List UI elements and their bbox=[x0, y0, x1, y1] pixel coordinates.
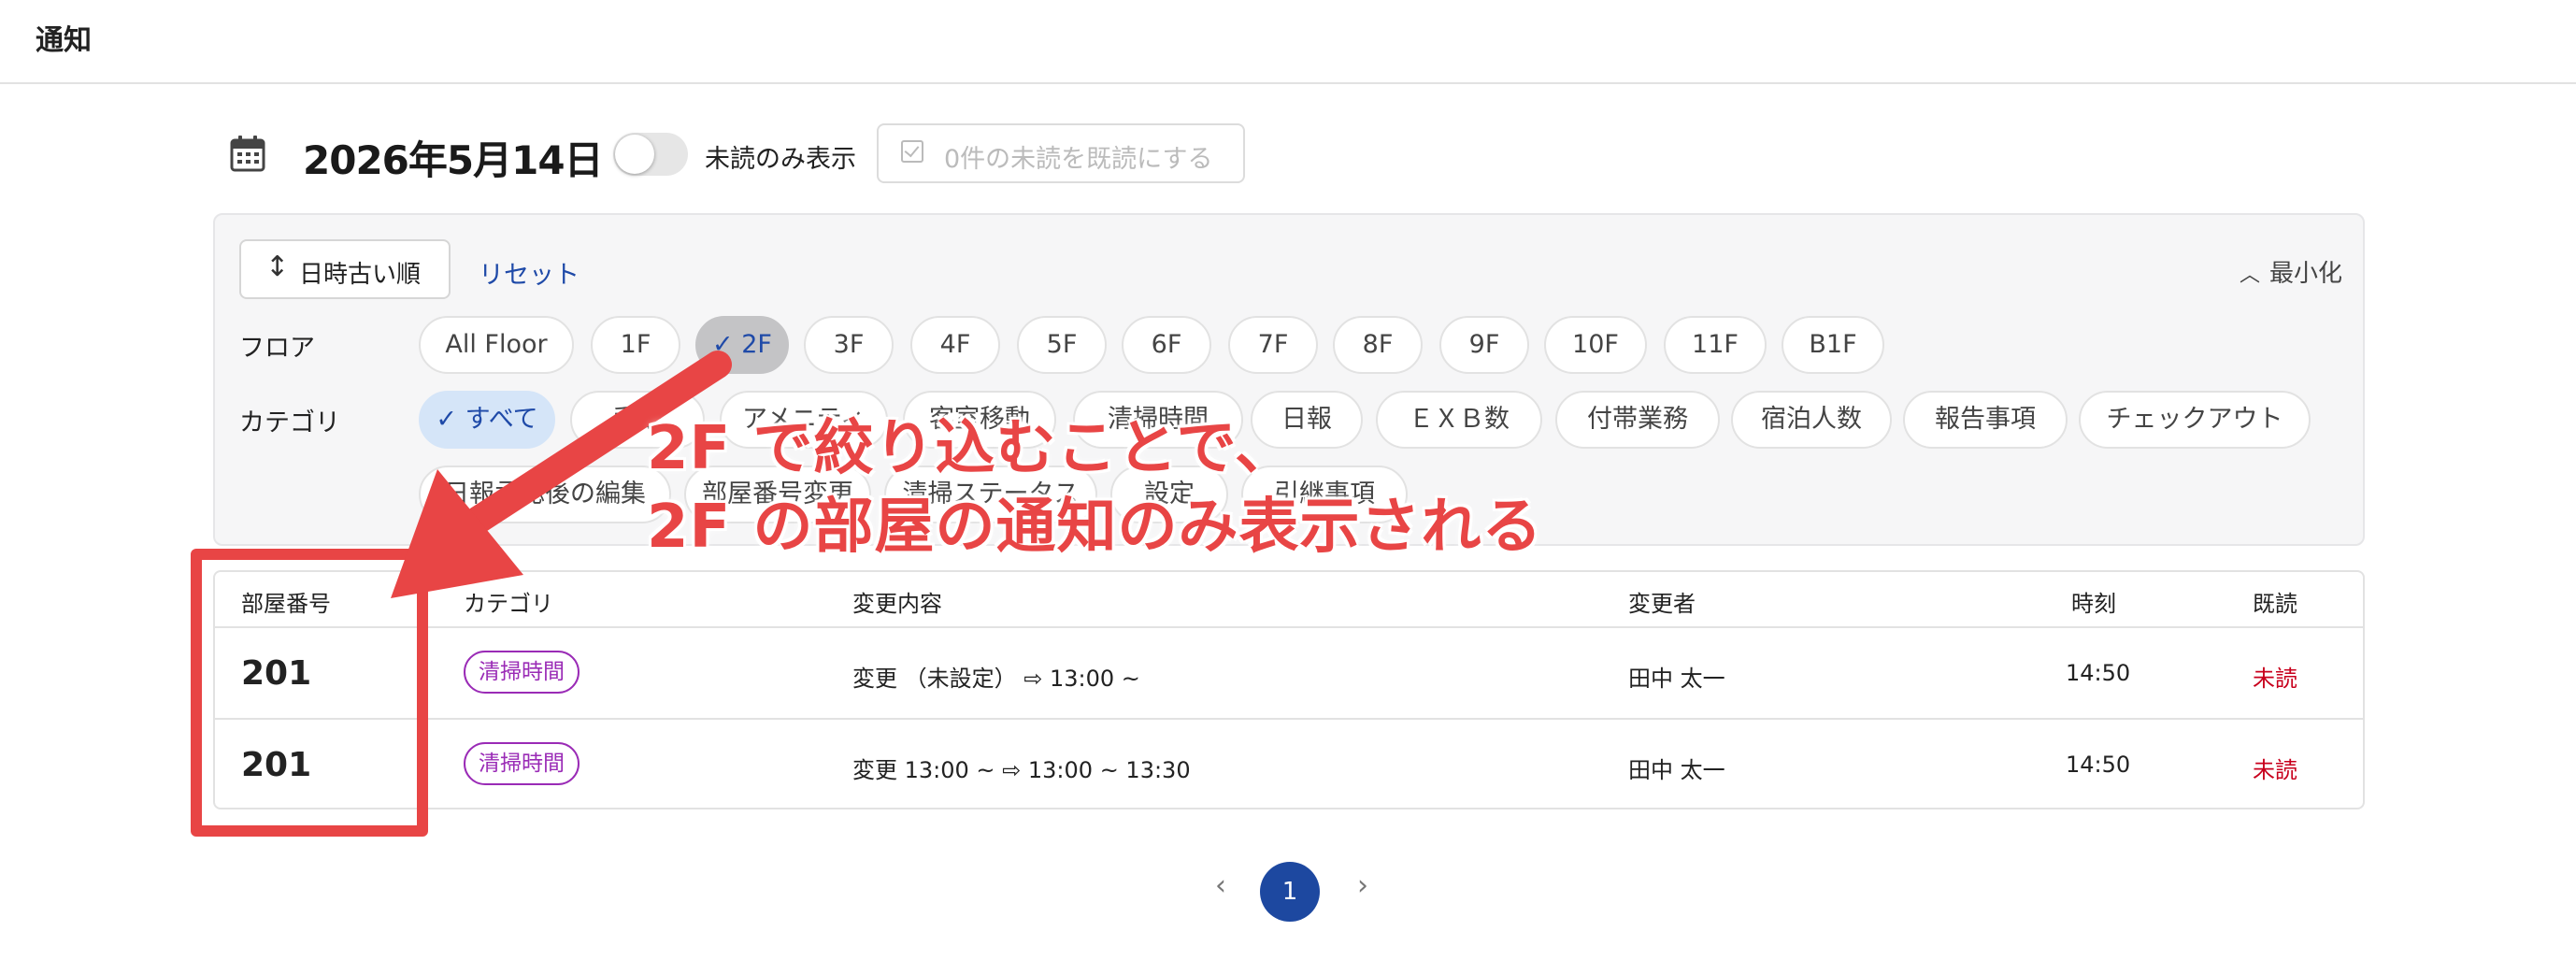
chevron-up-icon: ︿ bbox=[2239, 264, 2260, 287]
check-icon: ✓ bbox=[436, 405, 465, 434]
category-chip-exb[interactable]: ＥＸＢ数 bbox=[1376, 391, 1542, 449]
app-header: 通知 bbox=[0, 0, 2576, 84]
date-toolbar: 2026年5月14日 未読のみ表示 0件の未読を既読にする bbox=[230, 123, 1445, 183]
category-chip-incidental-work[interactable]: 付帯業務 bbox=[1555, 391, 1720, 449]
mark-all-read-button[interactable]: 0件の未読を既読にする bbox=[877, 123, 1245, 183]
floor-chip-b1f[interactable]: B1F bbox=[1782, 316, 1884, 374]
table-row[interactable]: 201 清掃時間 変更 （未設定） ⇨ 13:00 ~ 田中 太一 14:50 … bbox=[215, 628, 2363, 720]
category-chip-checkout[interactable]: チェックアウト bbox=[2079, 391, 2311, 449]
column-header-category: カテゴリ bbox=[464, 591, 553, 617]
column-header-user: 変更者 bbox=[1628, 591, 1696, 617]
category-chip-report-edit[interactable]: 日報承認後の編集 bbox=[419, 466, 671, 523]
floor-chip-8f[interactable]: 8F bbox=[1333, 316, 1423, 374]
changed-by: 田中 太一 bbox=[1628, 757, 1725, 783]
sort-arrows-icon: ↕ bbox=[265, 251, 290, 283]
notification-table: 部屋番号 カテゴリ 変更内容 変更者 時刻 既読 201 清掃時間 変更 （未設… bbox=[213, 570, 2365, 809]
calendar-icon[interactable] bbox=[230, 135, 265, 172]
floor-chip-5f[interactable]: 5F bbox=[1017, 316, 1107, 374]
column-header-read: 既読 bbox=[2253, 591, 2297, 617]
floor-chip-11f[interactable]: 11F bbox=[1664, 316, 1767, 374]
floor-chip-6f[interactable]: 6F bbox=[1122, 316, 1211, 374]
category-chip-report[interactable]: 報告事項 bbox=[1903, 391, 2068, 449]
checkbox-icon bbox=[901, 140, 923, 163]
category-filter-label: カテゴリ bbox=[239, 408, 340, 437]
minimize-label: 最小化 bbox=[2268, 260, 2342, 288]
page-1-button[interactable]: 1 bbox=[1260, 862, 1320, 922]
table-header: 部屋番号 カテゴリ 変更内容 変更者 時刻 既読 bbox=[215, 572, 2363, 628]
sort-button[interactable]: ↕ 日時古い順 bbox=[239, 239, 451, 299]
column-header-change: 変更内容 bbox=[852, 591, 942, 617]
unread-only-toggle[interactable] bbox=[613, 133, 688, 176]
mark-all-read-label: 0件の未読を既読にする bbox=[944, 145, 1213, 174]
category-chip-guests[interactable]: 宿泊人数 bbox=[1731, 391, 1892, 449]
floor-chip-9f[interactable]: 9F bbox=[1439, 316, 1529, 374]
reset-link[interactable]: リセット bbox=[479, 254, 580, 291]
table-row[interactable]: 201 清掃時間 変更 13:00 ~ ⇨ 13:00 ~ 13:30 田中 太… bbox=[215, 720, 2363, 809]
floor-chip-all[interactable]: All Floor bbox=[419, 316, 574, 374]
annotation-text-line2: 2F の部屋の通知のみ表示される bbox=[647, 493, 1543, 562]
change-content: 変更 13:00 ~ ⇨ 13:00 ~ 13:30 bbox=[852, 757, 1191, 783]
sort-label: 日時古い順 bbox=[299, 261, 422, 289]
floor-chip-2f[interactable]: ✓ 2F bbox=[695, 316, 789, 374]
annotation-text-line1: 2F で絞り込むことで、 bbox=[647, 414, 1296, 483]
minimize-button[interactable]: ︿ 最小化 bbox=[2240, 254, 2342, 289]
pagination: ‹ 1 › bbox=[1196, 858, 1383, 924]
category-chip-all[interactable]: ✓ すべて bbox=[419, 391, 555, 449]
column-header-time: 時刻 bbox=[2071, 591, 2116, 617]
category-badge: 清掃時間 bbox=[464, 651, 580, 694]
page-title: 通知 bbox=[36, 24, 92, 57]
category-badge: 清掃時間 bbox=[464, 742, 580, 785]
floor-chip-7f[interactable]: 7F bbox=[1228, 316, 1318, 374]
unread-only-label: 未読のみ表示 bbox=[705, 145, 856, 174]
floor-chip-10f[interactable]: 10F bbox=[1544, 316, 1647, 374]
toggle-knob bbox=[615, 135, 654, 174]
floor-chip-3f[interactable]: 3F bbox=[804, 316, 894, 374]
change-time: 14:50 bbox=[2066, 752, 2131, 778]
check-icon: ✓ bbox=[712, 330, 742, 359]
floor-chip-1f[interactable]: 1F bbox=[591, 316, 680, 374]
change-content: 変更 （未設定） ⇨ 13:00 ~ bbox=[852, 666, 1140, 692]
floor-filter-label: フロア bbox=[239, 334, 315, 363]
read-status[interactable]: 未読 bbox=[2253, 752, 2297, 784]
change-time: 14:50 bbox=[2066, 660, 2131, 686]
next-page-button[interactable]: › bbox=[1357, 869, 1368, 902]
category-chip-all-label: すべて bbox=[465, 405, 538, 434]
annotation-highlight-box bbox=[191, 549, 428, 837]
floor-chip-4f[interactable]: 4F bbox=[910, 316, 1000, 374]
current-date[interactable]: 2026年5月14日 bbox=[303, 129, 604, 186]
read-status[interactable]: 未読 bbox=[2253, 660, 2297, 693]
changed-by: 田中 太一 bbox=[1628, 666, 1725, 692]
floor-chip-2f-label: 2F bbox=[741, 330, 772, 359]
prev-page-button[interactable]: ‹ bbox=[1215, 869, 1226, 902]
